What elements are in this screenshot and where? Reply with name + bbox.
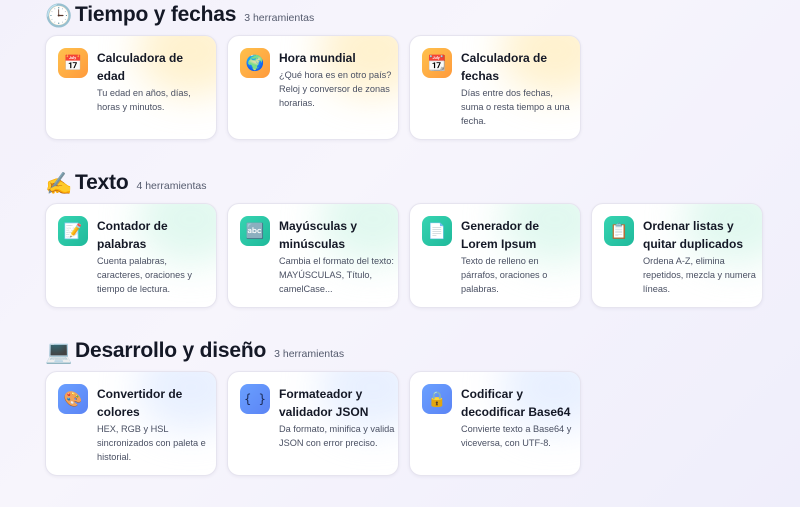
section-count: 3 herramientas (244, 12, 315, 24)
tool-card-lorem-ipsum[interactable]: 📄 Generador de Lorem Ipsum Texto de rell… (409, 203, 581, 308)
abcd-icon: 🔤 (240, 216, 270, 246)
section-title: Desarrollo y diseño (75, 339, 267, 362)
card-title: Hora mundial (279, 51, 356, 65)
card-description: Ordena A-Z, elimina repetidos, mezcla y … (643, 256, 756, 294)
section-title: Texto (75, 171, 129, 194)
palette-icon: 🎨 (58, 384, 88, 414)
card-description: HEX, RGB y HSL sincronizados con paleta … (97, 424, 206, 462)
section-header: 💻 Desarrollo y diseño 3 herramientas (45, 336, 765, 366)
section-tiempo-y-fechas: 🕒 Tiempo y fechas 3 herramientas 📅 Calcu… (45, 0, 765, 140)
clipboard-icon: 📋 (604, 216, 634, 246)
card-description: Días entre dos fechas, suma o resta tiem… (461, 88, 570, 126)
document-pencil-icon: 📝 (58, 216, 88, 246)
lock-icon: 🔒 (422, 384, 452, 414)
card-title: Ordenar listas y quitar duplicados (643, 219, 744, 251)
tool-card-base64[interactable]: 🔒 Codificar y decodificar Base64 Convier… (409, 371, 581, 476)
card-title: Calculadora de edad (97, 51, 184, 83)
laptop-icon: 💻 (45, 339, 73, 364)
section-desarrollo-diseno: 💻 Desarrollo y diseño 3 herramientas 🎨 C… (45, 336, 765, 476)
card-title: Calculadora de fechas (461, 51, 548, 83)
writing-hand-icon: ✍️ (45, 171, 73, 196)
section-title: Tiempo y fechas (75, 3, 237, 26)
card-title: Mayúsculas y minúsculas (279, 219, 358, 251)
tool-card-mayusculas-minusculas[interactable]: 🔤 Mayúsculas y minúsculas Cambia el form… (227, 203, 399, 308)
card-title: Convertidor de colores (97, 387, 183, 419)
card-description: Cambia el formato del texto: MAYÚSCULAS,… (279, 256, 394, 294)
section-count: 4 herramientas (136, 180, 207, 192)
card-title: Formateador y validador JSON (279, 387, 369, 419)
tool-card-formateador-json[interactable]: { } Formateador y validador JSON Da form… (227, 371, 399, 476)
tool-card-ordenar-listas[interactable]: 📋 Ordenar listas y quitar duplicados Ord… (591, 203, 763, 308)
section-header: ✍️ Texto 4 herramientas (45, 168, 765, 198)
clock-icon: 🕒 (45, 3, 73, 28)
section-texto: ✍️ Texto 4 herramientas 📝 Contador de pa… (45, 168, 765, 308)
card-title: Codificar y decodificar Base64 (461, 387, 571, 419)
tool-card-contador-palabras[interactable]: 📝 Contador de palabras Cuenta palabras, … (45, 203, 217, 308)
tool-card-calculadora-fechas[interactable]: 📆 Calculadora de fechas Días entre dos f… (409, 35, 581, 140)
card-description: Da formato, minifica y valida JSON con e… (279, 424, 395, 448)
page-icon: 📄 (422, 216, 452, 246)
calendar-icon: 📅 (58, 48, 88, 78)
section-count: 3 herramientas (274, 348, 345, 360)
card-title: Contador de palabras (97, 219, 168, 251)
card-title: Generador de Lorem Ipsum (461, 219, 540, 251)
tool-card-calculadora-edad[interactable]: 📅 Calculadora de edad Tu edad en años, d… (45, 35, 217, 140)
card-description: Convierte texto a Base64 y viceversa, co… (461, 424, 572, 448)
tool-card-hora-mundial[interactable]: 🌍 Hora mundial ¿Qué hora es en otro país… (227, 35, 399, 140)
section-header: 🕒 Tiempo y fechas 3 herramientas (45, 0, 765, 30)
tool-card-convertidor-colores[interactable]: 🎨 Convertidor de colores HEX, RGB y HSL … (45, 371, 217, 476)
card-description: Texto de relleno en párrafos, oraciones … (461, 256, 548, 294)
card-description: Cuenta palabras, caracteres, oraciones y… (97, 256, 192, 294)
card-description: ¿Qué hora es en otro país? Reloj y conve… (279, 70, 392, 108)
card-description: Tu edad en años, días, horas y minutos. (97, 88, 191, 112)
calendar-grid-icon: 📆 (422, 48, 452, 78)
braces-icon: { } (240, 384, 270, 414)
globe-icon: 🌍 (240, 48, 270, 78)
